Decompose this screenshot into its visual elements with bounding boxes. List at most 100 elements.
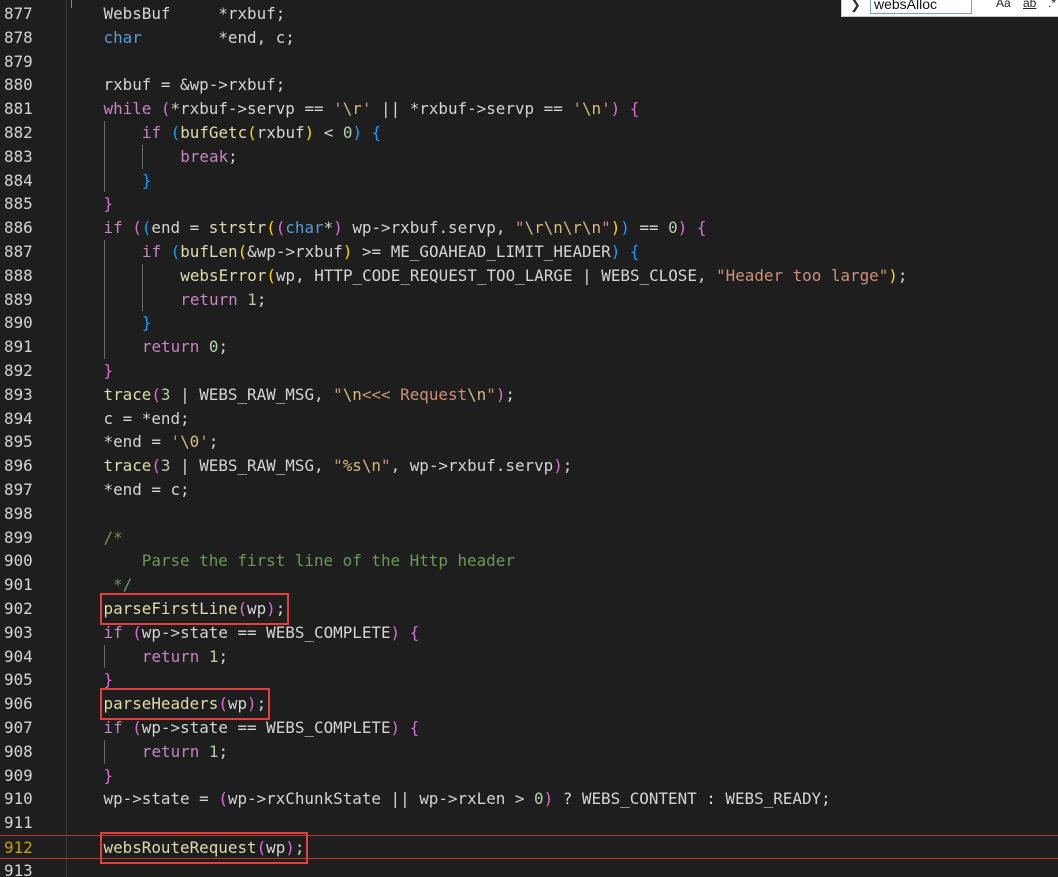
code-text[interactable]: *end = c;: [104, 478, 190, 502]
code-line[interactable]: 884}: [0, 168, 1058, 193]
code-token: \n: [361, 456, 381, 476]
code-token: (: [237, 241, 248, 261]
code-text[interactable]: /*: [104, 526, 123, 550]
code-text[interactable]: return 1;: [142, 645, 228, 669]
code-line[interactable]: 890}: [0, 311, 1058, 336]
code-line[interactable]: 907 if (wp->state == WEBS_COMPLETE) {: [0, 716, 1058, 740]
code-token: ): [610, 241, 621, 261]
code-token: ": [515, 218, 525, 238]
code-text[interactable]: Parse the first line of the Http header: [104, 549, 515, 573]
code-token: 3: [160, 384, 171, 404]
code-token: ): [677, 218, 688, 238]
code-text[interactable]: wp->state = (wp->rxChunkState || wp->rxL…: [104, 787, 831, 811]
code-text[interactable]: if ((end = strstr((char*) wp->rxbuf.serv…: [104, 216, 707, 240]
code-line[interactable]: 908 return 1;: [0, 739, 1058, 764]
code-line[interactable]: 878 char *end, c;: [0, 26, 1058, 50]
code-line[interactable]: 903 if (wp->state == WEBS_COMPLETE) {: [0, 621, 1058, 645]
code-line[interactable]: 879: [0, 50, 1058, 74]
code-editor[interactable]: 877 WebsBuf *rxbuf; 878 char *end, c; 879 880…: [0, 0, 1058, 877]
line-number: 906: [4, 694, 33, 714]
code-text[interactable]: return 1;: [142, 740, 228, 764]
code-line[interactable]: 894 c = *end;: [0, 407, 1058, 431]
code-token: ==: [629, 218, 669, 238]
code-line[interactable]: 883 break;: [0, 144, 1058, 169]
code-text[interactable]: */: [104, 573, 132, 597]
indent-guide: [103, 311, 105, 336]
code-text[interactable]: }: [104, 668, 114, 692]
code-text[interactable]: }: [142, 169, 152, 193]
code-text[interactable]: websError(wp, HTTP_CODE_REQUEST_TOO_LARG…: [180, 264, 907, 288]
code-text[interactable]: return 1;: [180, 288, 266, 312]
code-lines[interactable]: 877 WebsBuf *rxbuf; 878 char *end, c; 879 880…: [0, 2, 1058, 877]
code-text[interactable]: rxbuf = &wp->rxbuf;: [104, 73, 286, 97]
code-text[interactable]: return 0;: [142, 335, 228, 359]
code-token: ;: [505, 384, 515, 404]
code-text[interactable]: }: [104, 764, 114, 788]
code-line[interactable]: 893 trace(3 | WEBS_RAW_MSG, "\n<<< Reques…: [0, 383, 1058, 407]
code-token: ): [390, 717, 401, 737]
code-line[interactable]: 892}: [0, 359, 1058, 383]
code-token: wp: [266, 837, 286, 857]
chevron-right-icon[interactable]: ❯: [850, 0, 861, 13]
code-line[interactable]: 891 return 0;: [0, 335, 1058, 359]
code-line[interactable]: 887 if (bufLen(&wp->rxbuf) >= ME_GOAHEAD_…: [0, 239, 1058, 264]
line-number: 905: [4, 670, 33, 690]
code-line[interactable]: 881 while (*rxbuf->servp == '\r' || *rxbu…: [0, 97, 1058, 121]
code-text[interactable]: trace(3 | WEBS_RAW_MSG, "%s\n", wp->rxbu…: [104, 454, 573, 478]
code-line[interactable]: 880 rxbuf = &wp->rxbuf;: [0, 73, 1058, 97]
code-line[interactable]: 904 return 1;: [0, 644, 1058, 669]
code-line[interactable]: 900 Parse the first line of the Http hea…: [0, 549, 1058, 573]
code-line[interactable]: 911: [0, 811, 1058, 835]
code-text[interactable]: trace(3 | WEBS_RAW_MSG, "\n<<< Request\n…: [104, 383, 515, 407]
find-input[interactable]: websAlloc: [870, 0, 972, 14]
code-text[interactable]: if (bufLen(&wp->rxbuf) >= ME_GOAHEAD_LIM…: [142, 240, 640, 264]
code-line[interactable]: 901 */: [0, 573, 1058, 597]
code-text[interactable]: c = *end;: [104, 407, 190, 431]
code-text[interactable]: }: [142, 311, 152, 335]
code-text[interactable]: if (wp->state == WEBS_COMPLETE) {: [104, 716, 420, 740]
regex-toggle[interactable]: .*: [1048, 0, 1056, 10]
whole-word-toggle[interactable]: ab: [1023, 0, 1036, 10]
code-token: || *rxbuf->servp ==: [371, 99, 573, 119]
line-number: 894: [4, 408, 33, 428]
code-line[interactable]: 898: [0, 502, 1058, 526]
code-token: ': [601, 99, 611, 119]
code-token: "Header too large": [716, 265, 889, 285]
code-token: 0: [534, 789, 544, 809]
code-text[interactable]: }: [104, 192, 114, 216]
code-line[interactable]: 899 /*: [0, 526, 1058, 550]
code-line[interactable]: 895 *end = '\0';: [0, 430, 1058, 454]
code-line[interactable]: 905}: [0, 668, 1058, 692]
code-token: {: [696, 218, 707, 238]
code-text[interactable]: *end = '\0';: [104, 430, 219, 454]
code-token: ): [285, 837, 295, 857]
code-line[interactable]: 882 if (bufGetc(rxbuf) < 0) {: [0, 120, 1058, 145]
code-text[interactable]: }: [104, 359, 114, 383]
code-text[interactable]: while (*rxbuf->servp == '\r' || *rxbuf->…: [104, 97, 640, 121]
code-text[interactable]: WebsBuf *rxbuf;: [104, 2, 286, 26]
code-text[interactable]: parseHeaders(wp);: [99, 688, 271, 720]
code-line[interactable]: 910 wp->state = (wp->rxChunkState || wp->…: [0, 787, 1058, 811]
code-text[interactable]: parseFirstLine(wp);: [99, 592, 290, 625]
code-line[interactable]: 906 parseHeaders(wp);: [0, 688, 1058, 720]
code-line[interactable]: 912 websRouteRequest(wp);: [0, 831, 1058, 864]
code-text[interactable]: break;: [180, 145, 237, 169]
code-line[interactable]: 909}: [0, 764, 1058, 788]
code-text[interactable]: websRouteRequest(wp);: [99, 831, 309, 864]
match-case-toggle[interactable]: Aa: [996, 0, 1011, 10]
line-number: 888: [4, 265, 33, 285]
code-line[interactable]: 902 parseFirstLine(wp);: [0, 592, 1058, 625]
code-text[interactable]: if (wp->state == WEBS_COMPLETE) {: [104, 621, 420, 645]
code-line[interactable]: 888 websError(wp, HTTP_CODE_REQUEST_TOO_L…: [0, 263, 1058, 288]
code-line[interactable]: 896 trace(3 | WEBS_RAW_MSG, "%s\n", wp->r…: [0, 454, 1058, 478]
code-text[interactable]: if (bufGetc(rxbuf) < 0) {: [142, 121, 381, 145]
code-line[interactable]: 885}: [0, 192, 1058, 216]
code-text[interactable]: char *end, c;: [104, 26, 295, 50]
code-line[interactable]: 889 return 1;: [0, 287, 1058, 312]
code-line[interactable]: 886 if ((end = strstr((char*) wp->rxbuf.s…: [0, 216, 1058, 240]
code-line[interactable]: 913: [0, 859, 1058, 877]
code-line[interactable]: 897 *end = c;: [0, 478, 1058, 502]
